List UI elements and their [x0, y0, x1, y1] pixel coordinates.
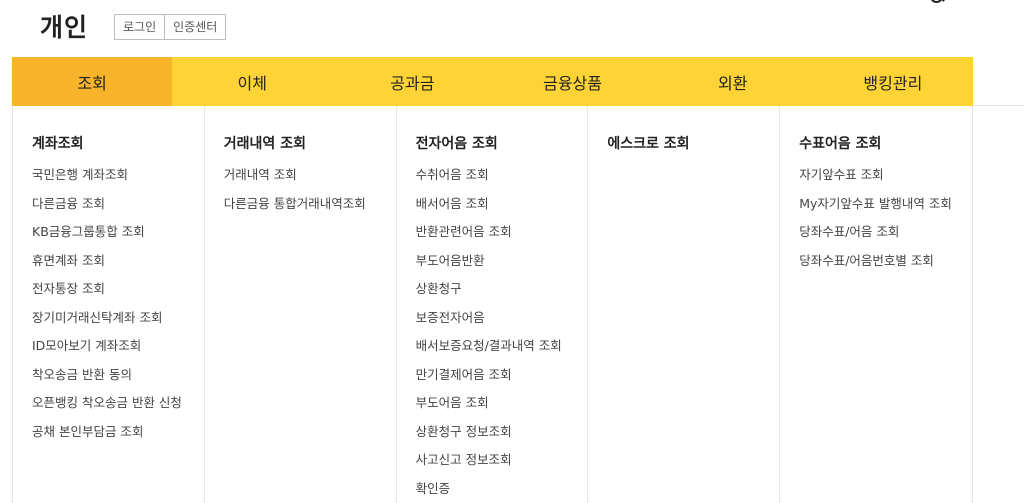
submenu-column-title[interactable]: 거래내역 조회 [224, 134, 396, 154]
login-button[interactable]: 로그인 [115, 15, 165, 39]
tab-6[interactable]: 뱅킹관리 [813, 57, 973, 106]
submenu-column: 에스크로 조회 [588, 106, 781, 503]
submenu-item[interactable]: 만기결제어음 조회 [416, 366, 588, 395]
submenu-panel: 계좌조회 국민은행 계좌조회 다른금융 조회 KB금융그룹통합 조회 휴면계좌 조회 전자… [12, 106, 973, 503]
tab-5[interactable]: 외환 [653, 57, 813, 106]
submenu-column-title[interactable]: 전자어음 조회 [416, 134, 588, 154]
submenu-item[interactable]: 배서보증요청/결과내역 조회 [416, 337, 588, 366]
submenu-item[interactable]: My자기앞수표 발행내역 조회 [799, 195, 972, 224]
top-icons [930, 0, 976, 6]
submenu-item[interactable]: 확인증 [416, 480, 588, 503]
submenu-column: 거래내역 조회 거래내역 조회 다른금융 통합거래내역조회 [205, 106, 397, 503]
submenu-item[interactable]: 상환청구 정보조회 [416, 423, 588, 452]
tab-2[interactable]: 이체 [172, 57, 332, 106]
submenu-list: 수취어음 조회 배서어음 조회 반환관련어음 조회 부도어음반환 상환청구 보증전자어음 배… [416, 166, 588, 503]
tab-4[interactable]: 금융상품 [492, 57, 652, 106]
search-icon[interactable] [930, 0, 944, 6]
nav-divider [973, 105, 1024, 106]
submenu-column-title[interactable]: 수표어음 조회 [799, 134, 972, 154]
submenu-item[interactable]: 사고신고 정보조회 [416, 451, 588, 480]
header: 개인 로그인 인증센터 [0, 0, 1024, 57]
submenu-item[interactable]: 착오송금 반환 동의 [32, 366, 204, 395]
submenu-item[interactable]: ID모아보기 계좌조회 [32, 337, 204, 366]
submenu-column: 수표어음 조회자기앞수표 조회 My자기앞수표 발행내역 조회 당좌수표/어음 조회… [780, 106, 972, 503]
submenu-column-title[interactable]: 에스크로 조회 [607, 134, 779, 154]
submenu-item[interactable]: 전자통장 조회 [32, 280, 204, 309]
submenu-list: 자기앞수표 조회 My자기앞수표 발행내역 조회 당좌수표/어음 조회 당좌수표/어음… [799, 166, 972, 280]
submenu-item[interactable]: 부도어음반환 [416, 252, 588, 281]
submenu-item[interactable]: 상환청구 [416, 280, 588, 309]
submenu-item[interactable]: 자기앞수표 조회 [799, 166, 972, 195]
submenu-item[interactable]: 반환관련어음 조회 [416, 223, 588, 252]
submenu-list: 거래내역 조회 다른금융 통합거래내역조회 [224, 166, 396, 223]
submenu-item[interactable]: 보증전자어음 [416, 309, 588, 338]
tab-1[interactable]: 조회 [12, 57, 173, 106]
main-nav: 조회 이체 공과금 금융상품 외환 뱅킹관리 [12, 57, 973, 106]
submenu-item[interactable]: 수취어음 조회 [416, 166, 588, 195]
submenu-item[interactable]: 휴면계좌 조회 [32, 252, 204, 281]
submenu-item[interactable]: 거래내역 조회 [224, 166, 396, 195]
submenu-item[interactable]: 공채 본인부담금 조회 [32, 423, 204, 452]
submenu-item[interactable]: 다른금융 통합거래내역조회 [224, 195, 396, 224]
submenu-item[interactable]: 국민은행 계좌조회 [32, 166, 204, 195]
cert-center-button[interactable]: 인증센터 [164, 15, 226, 39]
brand-title: 개인 [40, 13, 89, 42]
tab-3[interactable]: 공과금 [332, 57, 492, 106]
menu-icon[interactable] [958, 0, 976, 4]
submenu-item[interactable]: 부도어음 조회 [416, 394, 588, 423]
submenu-column: 전자어음 조회 수취어음 조회 배서어음 조회 반환관련어음 조회 부도어음반환 상환청구… [397, 106, 589, 503]
submenu-item[interactable]: 당좌수표/어음번호별 조회 [799, 252, 972, 281]
submenu-item[interactable]: 다른금융 조회 [32, 195, 204, 224]
submenu-column-title[interactable]: 계좌조회 [32, 134, 204, 154]
submenu-item[interactable]: KB금융그룹통합 조회 [32, 223, 204, 252]
submenu-column: 계좌조회국민은행 계좌조회 다른금융 조회 KB금융그룹통합 조회 휴면계좌 조회 전자… [13, 106, 205, 503]
submenu-list: 국민은행 계좌조회 다른금융 조회 KB금융그룹통합 조회 휴면계좌 조회 전자통장 조… [32, 166, 204, 451]
submenu-item[interactable]: 장기미거래신탁계좌 조회 [32, 309, 204, 338]
submenu-item[interactable]: 오픈뱅킹 착오송금 반환 신청 [32, 394, 204, 423]
submenu-item[interactable]: 배서어음 조회 [416, 195, 588, 224]
submenu-item[interactable]: 당좌수표/어음 조회 [799, 223, 972, 252]
auth-links: 로그인 인증센터 [114, 14, 227, 40]
